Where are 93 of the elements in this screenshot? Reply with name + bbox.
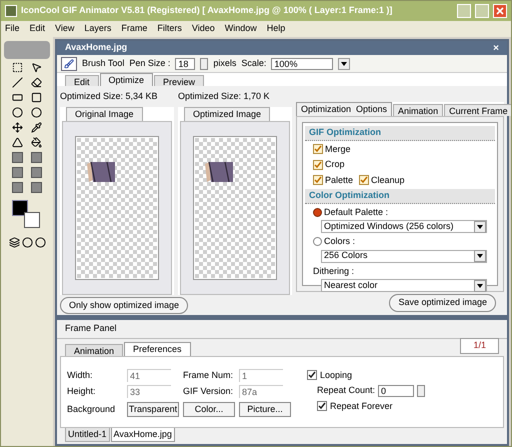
- repeat-count-label: Repeat Count:: [317, 384, 376, 397]
- triangle-icon[interactable]: [12, 137, 23, 148]
- radio-label: Default Palette :: [324, 206, 388, 218]
- checkbox[interactable]: [313, 160, 323, 170]
- radio-button[interactable]: [313, 237, 322, 246]
- looping-label: Looping: [320, 368, 352, 382]
- close-icon[interactable]: [493, 4, 507, 18]
- document-tab[interactable]: AvaxHome.jpg: [110, 428, 175, 442]
- checkbox-label: Palette: [325, 174, 354, 186]
- input-field[interactable]: 87a: [239, 385, 283, 398]
- repeat-forever-label: Repeat Forever: [330, 400, 393, 413]
- section-heading: Color Optimization: [305, 189, 495, 204]
- field-label: Height:: [67, 385, 97, 398]
- tool-name: Brush Tool: [82, 56, 124, 70]
- checkbox[interactable]: [313, 175, 323, 186]
- menu-item[interactable]: Window: [224, 22, 257, 36]
- checkbox[interactable]: [359, 175, 370, 186]
- menu-item[interactable]: Layers: [84, 22, 112, 36]
- dithering-label: Dithering :: [313, 264, 356, 278]
- checkbox[interactable]: [313, 144, 323, 154]
- window-title: IconCool GIF Animator V5.81 (Registered) [ AvaxHome.jpg @ 100% ( Layer:1 Frame:1 )]: [21, 4, 394, 18]
- tab[interactable]: Current Frame: [444, 104, 511, 116]
- field-label: Width:: [67, 368, 94, 382]
- dropdown[interactable]: 256 Colors: [321, 250, 487, 262]
- tab[interactable]: Preferences: [124, 342, 191, 356]
- tab[interactable]: Animation: [393, 104, 444, 116]
- brush-icon[interactable]: [61, 56, 77, 70]
- marquee-icon[interactable]: [12, 62, 23, 73]
- menu-item[interactable]: Frame: [121, 22, 148, 36]
- radio-button[interactable]: [313, 208, 322, 217]
- menu-item[interactable]: Video: [192, 22, 215, 36]
- menu-item[interactable]: Help: [266, 22, 286, 36]
- save-optimized-button[interactable]: Save optimized image: [389, 294, 496, 312]
- optimized-size: Optimized Size: 1,70 K: [178, 90, 271, 103]
- frame-counter: 1/1: [460, 338, 499, 354]
- menu-item[interactable]: Edit: [30, 22, 46, 36]
- tab[interactable]: Preview: [154, 75, 204, 86]
- checkbox[interactable]: [317, 401, 327, 412]
- input-field[interactable]: 1: [239, 368, 283, 382]
- eraser-icon[interactable]: [31, 77, 42, 88]
- line-icon[interactable]: [12, 77, 23, 88]
- tab[interactable]: Optimize: [100, 73, 154, 86]
- background-option-button[interactable]: Transparent: [127, 402, 179, 417]
- app-icon: [5, 5, 17, 17]
- paint-bucket-icon[interactable]: [31, 137, 42, 148]
- dropdown[interactable]: Nearest color: [321, 279, 487, 292]
- section-heading: GIF Optimization: [305, 126, 495, 140]
- document-tab[interactable]: Untitled-1: [65, 428, 110, 442]
- radio-label: Colors :: [324, 235, 356, 248]
- menu-item[interactable]: Filters: [157, 22, 182, 36]
- tab[interactable]: Animation: [65, 344, 124, 356]
- move-icon[interactable]: [12, 122, 23, 133]
- input-field[interactable]: 33: [127, 385, 171, 398]
- optimized-size: Optimized Size: 5,34 KB: [60, 90, 159, 103]
- only-show-optimized-button[interactable]: Only show optimized image: [60, 296, 188, 314]
- background-label: Background: [67, 402, 116, 416]
- pointer-icon[interactable]: [31, 62, 42, 73]
- layers-icon[interactable]: [8, 237, 20, 248]
- background-option-button[interactable]: Picture...: [239, 402, 291, 417]
- pen-unit: pixels: [213, 56, 236, 70]
- background-option-button[interactable]: Color...: [183, 402, 235, 417]
- circle-icon[interactable]: [31, 107, 42, 118]
- pen-size-field[interactable]: 18: [175, 58, 196, 70]
- rectangle-icon[interactable]: [12, 92, 23, 103]
- document-title: AvaxHome.jpg: [65, 41, 128, 54]
- circle-icon[interactable]: [22, 237, 32, 248]
- pen-size-label: Pen Size :: [129, 56, 170, 70]
- input-field[interactable]: 41: [127, 368, 171, 382]
- foreground-color-swatch[interactable]: [12, 200, 28, 216]
- background-color-swatch[interactable]: [24, 212, 40, 228]
- pipette-icon[interactable]: [31, 122, 42, 133]
- ellipse-icon[interactable]: [12, 107, 23, 118]
- close-button[interactable]: ×: [493, 40, 499, 56]
- scale-label: Scale:: [241, 56, 266, 70]
- field-label: Frame Num:: [183, 368, 234, 382]
- tab[interactable]: Original Image: [66, 106, 143, 121]
- dropdown-value: Optimized Windows (256 colors): [324, 220, 454, 233]
- tab[interactable]: Optimized Image: [184, 106, 270, 121]
- repeat-count-field[interactable]: 0: [378, 384, 414, 397]
- tab[interactable]: Edit: [65, 75, 99, 86]
- checkbox-label: Crop: [325, 158, 345, 171]
- square-icon[interactable]: [31, 92, 42, 103]
- checkbox-label: Cleanup: [371, 174, 405, 187]
- dropdown-value: Nearest color: [324, 278, 378, 292]
- menu-item[interactable]: File: [5, 22, 20, 36]
- tab[interactable]: Optimization Options: [296, 102, 392, 116]
- dropdown[interactable]: Optimized Windows (256 colors): [321, 220, 487, 233]
- menu-item[interactable]: View: [55, 22, 74, 36]
- scale-dropdown[interactable]: 100%: [271, 58, 334, 70]
- dropdown-value: 256 Colors: [324, 249, 368, 262]
- checkbox-label: Merge: [325, 142, 351, 156]
- field-label: GIF Version:: [183, 385, 234, 398]
- checkbox[interactable]: [307, 370, 317, 380]
